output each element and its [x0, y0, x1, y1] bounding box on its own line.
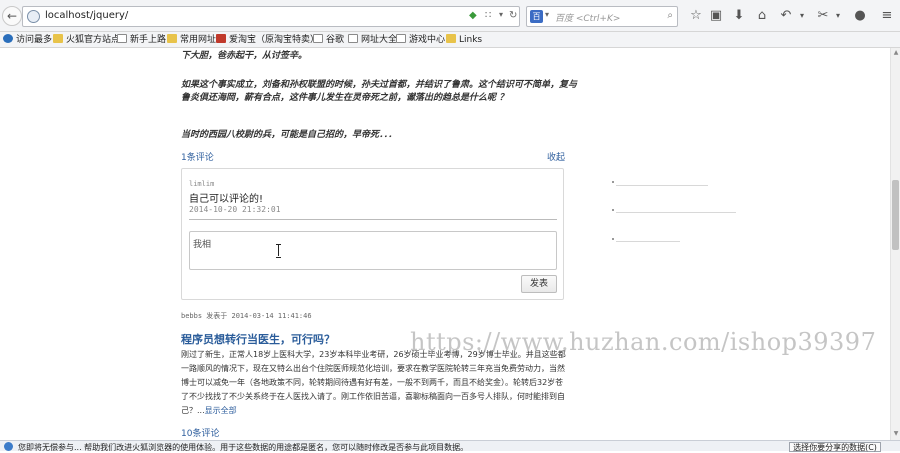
bookmark-item[interactable]: 常用网址 — [167, 34, 216, 46]
sidebar-bullet — [612, 181, 614, 183]
bookmarks-bar: 访问最多 火狐官方站点 新手上路 常用网址 爱淘宝（原淘宝特卖） 谷歌 网址大全… — [0, 32, 900, 48]
browser-toolbar: ← localhost/jquery/ ◆ ∷ ▾ ↻ 百 ▾ 百度 <Ctrl… — [0, 0, 900, 32]
post-comments-link[interactable]: 10条评论 — [181, 426, 219, 439]
article-text: 当时的西园八校尉的兵，可能是自己招的，早帝死．．． — [181, 130, 398, 140]
search-bar[interactable]: 百 ▾ 百度 <Ctrl+K> ⌕ — [526, 6, 678, 27]
page-icon — [117, 34, 127, 43]
bookmark-item[interactable]: 网址大全 — [348, 34, 397, 46]
page-scrollbar[interactable]: ▲ ▼ — [890, 48, 900, 440]
sidebar-line — [616, 241, 680, 242]
crop-icon[interactable]: ✂ — [815, 8, 831, 24]
text-cursor-icon — [276, 244, 282, 258]
page-icon — [313, 34, 323, 43]
folder-icon — [53, 34, 63, 43]
post-line: 一路顺风的情况下，现在又特么出台个住院医师规范化培训，要求在教学医院轮转三年充当… — [181, 364, 565, 373]
sidebar-bullet — [612, 238, 614, 240]
scroll-thumb[interactable] — [892, 180, 899, 250]
bookmark-item[interactable]: 新手上路 — [117, 34, 166, 46]
taobao-icon — [216, 34, 226, 43]
bookmark-star-icon[interactable]: ☆ — [688, 8, 704, 24]
sidebar-line — [616, 185, 708, 186]
back-arrow-icon: ← — [6, 9, 18, 23]
bookmark-item[interactable]: 访问最多 — [3, 34, 52, 46]
bookmark-item[interactable]: 火狐官方站点 — [53, 34, 120, 46]
scroll-down-icon[interactable]: ▼ — [892, 430, 900, 438]
reply-input-value: 我相 — [193, 240, 212, 250]
info-icon — [4, 442, 13, 451]
scroll-up-icon[interactable]: ▲ — [892, 49, 900, 57]
watermark: https://www.huzhan.com/ishop39397 — [410, 328, 877, 356]
post-title[interactable]: 程序员想转行当医生，可行吗？ — [181, 331, 335, 347]
notification-bar: 您即将无偿参与... 帮助我们改进火狐浏览器的使用体验。用于这些数据的用途都是匿… — [0, 440, 900, 452]
submit-button[interactable]: 发表 — [521, 275, 557, 293]
comment-time: 2014-10-20 21:32:01 — [189, 205, 281, 214]
post-body: 刚过了新生，正常人18岁上医科大学，23岁本科毕业考研，26岁硕士毕业考博，29… — [181, 348, 566, 418]
address-bar[interactable]: localhost/jquery/ ◆ ∷ ▾ ↻ — [22, 6, 520, 27]
folder-icon — [167, 34, 177, 43]
folder-icon — [446, 34, 456, 43]
page-content: 下大胆，爸赤起干，从讨签辛。 如果这个事实成立，刘备和孙权联盟的时候，孙夫过首都… — [0, 48, 890, 440]
chat-icon[interactable]: ● — [852, 8, 868, 24]
article-text: 如果这个事实成立，刘备和孙权联盟的时候，孙夫过首都，并结识了鲁肃。这个结识可不简… — [181, 80, 578, 90]
search-icon[interactable]: ⌕ — [667, 10, 673, 21]
comment-author[interactable]: limlim — [189, 180, 214, 188]
article-text: 下大胆，爸赤起干，从讨签辛。 — [181, 51, 308, 61]
bookmark-item[interactable]: 谷歌 — [313, 34, 344, 46]
undo-icon[interactable]: ↶ — [778, 8, 794, 24]
article-text: 鲁炎俱还海岡，薪有合点，这件事儿发生在灵帝死之前，谳落出的趋总是什么呢 ？ — [181, 93, 509, 103]
sidebar-line — [616, 212, 736, 213]
crop-dropdown-icon[interactable]: ▾ — [830, 8, 846, 24]
post-line: 己？... — [181, 406, 205, 415]
bookmark-item[interactable]: 爱淘宝（原淘宝特卖） — [216, 34, 319, 46]
search-engine-icon[interactable]: 百 — [530, 10, 543, 23]
bookmark-item[interactable]: Links — [446, 34, 482, 46]
search-placeholder: 百度 <Ctrl+K> — [555, 14, 621, 24]
notification-text: 您即将无偿参与... 帮助我们改进火狐浏览器的使用体验。用于这些数据的用途都是匿… — [18, 443, 469, 452]
page-icon — [396, 34, 406, 43]
page-icon — [348, 34, 358, 43]
address-url: localhost/jquery/ — [45, 10, 129, 21]
home-icon[interactable]: ⌂ — [754, 8, 770, 24]
grid-icon[interactable]: ∷ — [485, 10, 491, 21]
post-meta: bebbs 发表于 2014-03-14 11:41:46 — [181, 312, 312, 320]
reading-list-icon[interactable]: ▣ — [708, 8, 724, 24]
shield-icon[interactable]: ◆ — [469, 10, 477, 21]
reply-textarea[interactable]: 我相 — [189, 231, 557, 270]
back-button[interactable]: ← — [2, 6, 22, 26]
gear-icon — [3, 34, 13, 43]
show-all-link[interactable]: 显示全部 — [205, 406, 237, 415]
menu-icon[interactable]: ≡ — [879, 8, 895, 24]
post-line: 了不少找找了不少关系终于在人医找入请了。刚工作依旧苦逼，喜聊标稿面向一百多号人排… — [181, 392, 565, 401]
comments-link[interactable]: 1条评论 — [181, 150, 214, 163]
post-line: 博士可以减免一年（各地政策不同，轮转期间待遇有好有差，一般不到两千，而且不给奖金… — [181, 378, 564, 387]
reload-icon[interactable]: ↻ — [509, 10, 517, 21]
comment-panel: limlim 自己可以评论的! 2014-10-20 21:32:01 我相 发… — [181, 168, 564, 300]
collapse-link[interactable]: 收起 — [547, 150, 565, 163]
globe-icon — [27, 10, 40, 23]
undo-dropdown-icon[interactable]: ▾ — [794, 8, 810, 24]
bookmark-item[interactable]: 游戏中心 — [396, 34, 445, 46]
comment-text: 自己可以评论的! — [189, 194, 264, 205]
engine-dropdown-icon[interactable]: ▾ — [545, 10, 549, 19]
sidebar-bullet — [612, 209, 614, 211]
download-icon[interactable]: ⬇ — [731, 8, 747, 24]
dropdown-icon[interactable]: ▾ — [499, 10, 503, 19]
divider — [189, 219, 557, 220]
